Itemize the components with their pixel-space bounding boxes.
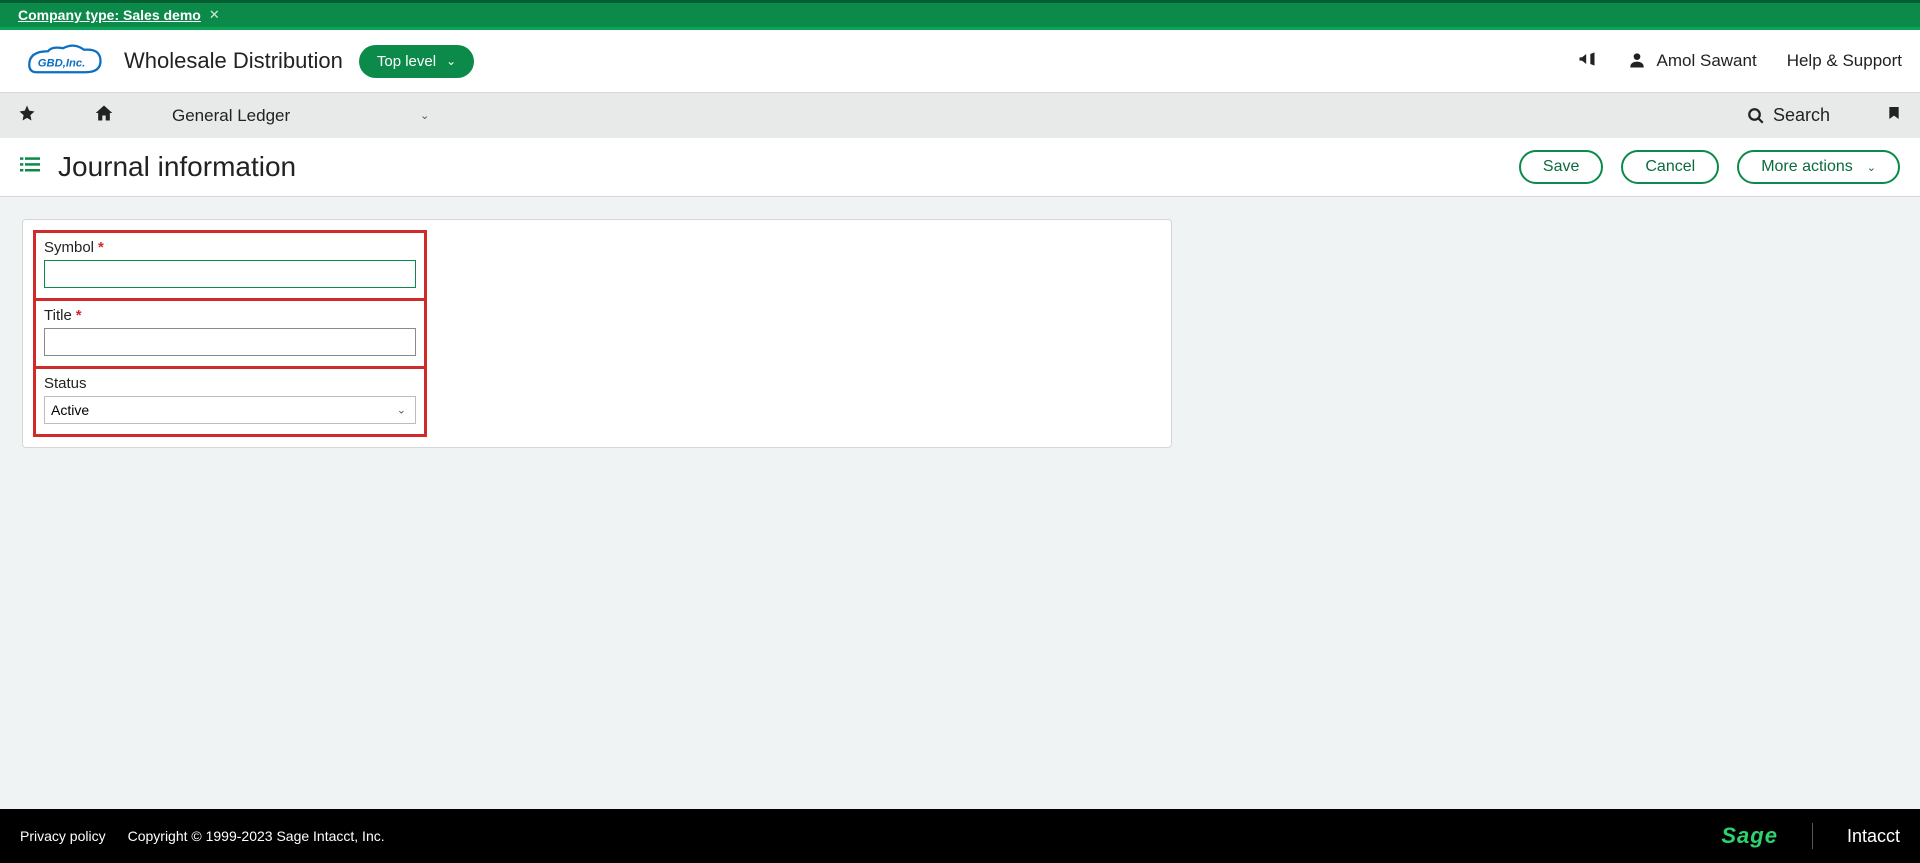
content-area: Symbol* Title* Status ⌄ [0, 197, 1920, 470]
user-icon [1627, 50, 1647, 73]
svg-text:GBD,Inc.: GBD,Inc. [38, 57, 86, 69]
journal-form-card: Symbol* Title* Status ⌄ [22, 219, 1172, 448]
bookmark-icon[interactable] [1886, 104, 1902, 127]
status-field-group: Status ⌄ [33, 369, 427, 437]
module-label: General Ledger [172, 106, 290, 126]
more-actions-button[interactable]: More actions ⌄ [1737, 150, 1900, 184]
cancel-button[interactable]: Cancel [1621, 150, 1719, 184]
chevron-down-icon: ⌄ [1867, 161, 1876, 174]
title-label: Title* [44, 307, 416, 324]
title-input[interactable] [44, 328, 416, 356]
intacct-logo: Intacct [1847, 826, 1900, 847]
module-nav-bar: General Ledger ⌄ Search [0, 92, 1920, 138]
company-type-link[interactable]: Company type: Sales demo [18, 7, 201, 23]
module-dropdown[interactable]: General Ledger ⌄ [172, 106, 429, 126]
more-actions-label: More actions [1761, 158, 1853, 176]
symbol-input[interactable] [44, 260, 416, 288]
user-name-label: Amol Sawant [1657, 51, 1757, 71]
company-type-banner: Company type: Sales demo ✕ [0, 0, 1920, 30]
status-select[interactable] [44, 396, 416, 424]
chevron-down-icon: ⌄ [420, 109, 429, 122]
user-menu[interactable]: Amol Sawant [1627, 50, 1757, 73]
page-title-row: Journal information Save Cancel More act… [0, 138, 1920, 197]
privacy-policy-link[interactable]: Privacy policy [20, 828, 106, 844]
status-label: Status [44, 375, 416, 392]
save-button[interactable]: Save [1519, 150, 1603, 184]
main-header: GBD,Inc. Wholesale Distribution Top leve… [0, 30, 1920, 92]
symbol-label: Symbol* [44, 239, 416, 256]
chevron-down-icon: ⌄ [446, 54, 456, 68]
required-asterisk: * [76, 307, 82, 324]
search-button[interactable]: Search [1747, 105, 1830, 126]
top-level-dropdown[interactable]: Top level ⌄ [359, 45, 474, 78]
symbol-field-group: Symbol* [33, 230, 427, 301]
search-label: Search [1773, 105, 1830, 126]
footer-divider [1812, 823, 1813, 849]
star-icon[interactable] [18, 104, 36, 127]
company-logo[interactable]: GBD,Inc. [18, 40, 108, 82]
title-field-group: Title* [33, 301, 427, 369]
megaphone-icon[interactable] [1577, 49, 1597, 74]
company-name-label: Wholesale Distribution [124, 48, 343, 74]
page-title: Journal information [58, 151, 296, 183]
top-level-label: Top level [377, 53, 436, 70]
list-menu-icon[interactable] [20, 155, 40, 179]
sage-logo: Sage [1721, 823, 1778, 849]
help-support-link[interactable]: Help & Support [1787, 51, 1902, 71]
copyright-text: Copyright © 1999-2023 Sage Intacct, Inc. [128, 828, 385, 844]
required-asterisk: * [98, 239, 104, 256]
page-footer: Privacy policy Copyright © 1999-2023 Sag… [0, 809, 1920, 863]
home-icon[interactable] [94, 103, 114, 128]
close-icon[interactable]: ✕ [209, 7, 220, 23]
